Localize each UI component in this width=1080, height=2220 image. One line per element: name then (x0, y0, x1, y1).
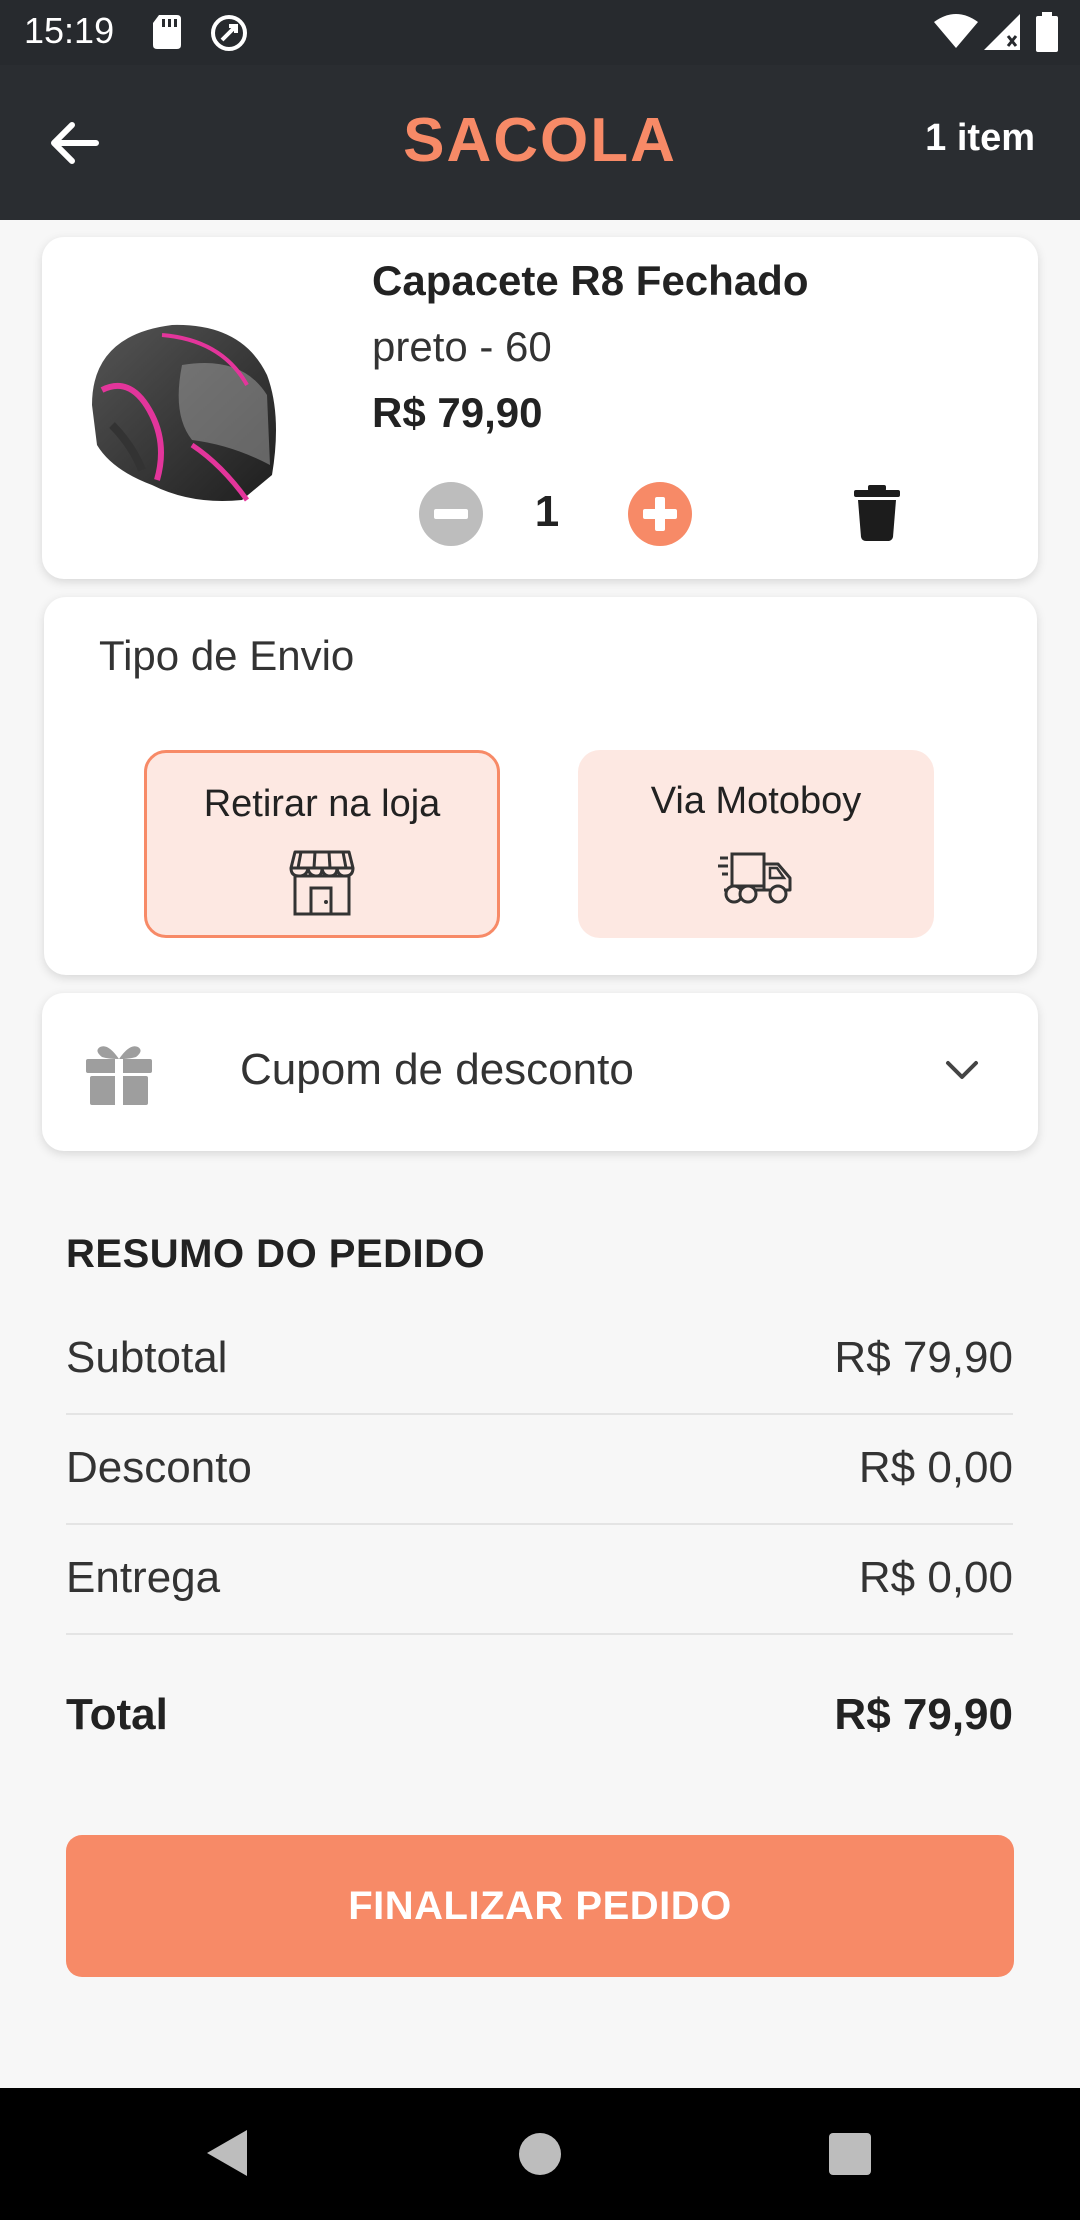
gift-icon (86, 1046, 152, 1105)
summary-label: Entrega (66, 1553, 221, 1602)
order-summary-title: RESUMO DO PEDIDO (66, 1232, 486, 1276)
discount-coupon-toggle[interactable]: Cupom de desconto (42, 993, 1038, 1151)
page-title: SACOLA (403, 106, 677, 175)
quantity-value: 1 (534, 487, 560, 536)
summary-row-subtotal: Subtotal R$ 79,90 (66, 1303, 1013, 1415)
total-label: Total (66, 1690, 168, 1739)
increase-quantity-button[interactable] (628, 482, 692, 546)
coupon-label: Cupom de desconto (240, 1045, 634, 1094)
trash-icon[interactable] (852, 485, 902, 541)
decrease-quantity-button[interactable] (419, 482, 483, 546)
status-time: 15:19 (24, 10, 115, 51)
app-bar: SACOLA 1 item (0, 65, 1080, 220)
summary-row-discount: Desconto R$ 0,00 (66, 1413, 1013, 1525)
nav-back-icon[interactable] (205, 2128, 249, 2178)
summary-value: R$ 0,00 (858, 1443, 1013, 1492)
summary-value: R$ 0,00 (858, 1553, 1013, 1602)
shipping-type-card: Tipo de Envio Retirar na loja Via Motobo… (44, 597, 1037, 975)
finalize-order-button[interactable]: FINALIZAR PEDIDO (66, 1835, 1014, 1977)
shipping-option-motoboy[interactable]: Via Motoboy (578, 750, 934, 938)
storefront-icon (289, 850, 355, 916)
wifi-icon (934, 14, 978, 48)
battery-icon (1036, 12, 1058, 52)
signal-icon (984, 14, 1020, 50)
sd-card-icon (153, 15, 181, 49)
product-variant: preto - 60 (372, 323, 552, 370)
nav-recents-icon[interactable] (828, 2132, 872, 2176)
shipping-title: Tipo de Envio (99, 632, 355, 679)
summary-label: Subtotal (66, 1333, 228, 1382)
product-name: Capacete R8 Fechado (372, 257, 809, 304)
total-value: R$ 79,90 (834, 1690, 1013, 1739)
product-image (92, 324, 276, 502)
shipping-option-store-pickup[interactable]: Retirar na loja (144, 750, 500, 938)
delivery-truck-icon (718, 852, 792, 904)
chevron-down-icon (946, 1061, 978, 1079)
shipping-option-label: Retirar na loja (203, 783, 441, 825)
product-price: R$ 79,90 (372, 389, 543, 436)
cart-item-card: Capacete R8 Fechado preto - 60 R$ 79,90 … (42, 237, 1038, 579)
system-navigation-bar (0, 2088, 1080, 2220)
summary-row-delivery: Entrega R$ 0,00 (66, 1523, 1013, 1635)
sync-status-icon (211, 15, 247, 51)
summary-value: R$ 79,90 (834, 1333, 1013, 1382)
summary-label: Desconto (66, 1443, 252, 1492)
status-bar: 15:19 (0, 0, 1080, 65)
nav-home-icon[interactable] (518, 2132, 562, 2176)
item-count: 1 item (925, 117, 1035, 159)
shipping-option-label: Via Motoboy (650, 780, 862, 822)
